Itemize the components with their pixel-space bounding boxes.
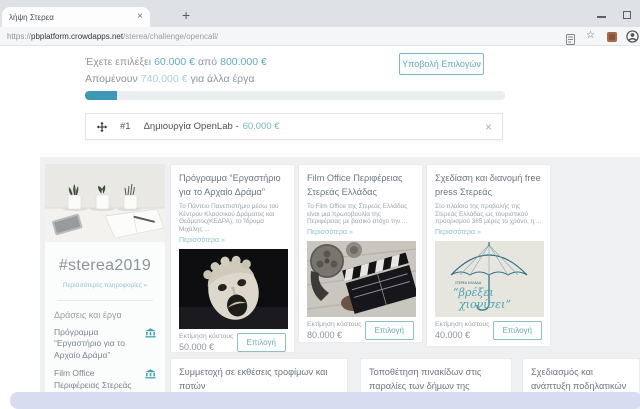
challenge-hashtag: #sterea2019: [45, 257, 165, 275]
more-link[interactable]: Περισσότερα »: [179, 237, 286, 244]
cost-label: Εκτίμηση κόστους: [435, 321, 489, 328]
cost-label: Εκτίμηση κόστους: [307, 321, 361, 328]
tab-title: λήψη Στερεα: [9, 13, 133, 22]
card-title: Συμμετοχή σε εκθέσεις τροφίμων και ποτών: [179, 366, 339, 393]
film-clapperboard-photo: [307, 241, 416, 317]
umbrella-script-line2: χιονίσει”: [458, 298, 511, 311]
budget-of-word: από: [198, 56, 217, 68]
project-card-free-press: Σχεδίαση και διανομή free press Στερεάς …: [426, 164, 551, 347]
selected-label: Δημιουργία OpenLab -: [144, 121, 239, 132]
minimize-icon[interactable]: [597, 16, 606, 18]
more-link[interactable]: Περισσότερα »: [435, 229, 542, 236]
budget-selected-prefix: Έχετε επιλέξει: [85, 56, 151, 68]
budget-remaining-suffix: για άλλα έργα: [190, 73, 254, 85]
card-description: Το Film Office της Στερεάς Ελλάδας είναι…: [307, 203, 414, 226]
budget-remaining-prefix: Απομένουν: [85, 73, 138, 85]
project-card-film-office: Film Office Περιφέρειας Στερεάς Ελλάδας …: [298, 164, 423, 343]
remove-selection-icon[interactable]: ×: [485, 121, 492, 133]
sidebar-item-label: Πρόγραμμα “Εργαστήριο για το Αρχαίο Δράμ…: [54, 327, 140, 361]
budget-line-remaining: Απομένουν740.000 €για άλλα έργα: [85, 73, 257, 85]
cost-row: Εκτίμηση κόστους 80.000 € Επιλογή: [307, 321, 414, 340]
url-bar[interactable]: https://pbplatform.crowdapps.net/sterea/…: [7, 32, 218, 41]
maximize-icon[interactable]: [623, 11, 631, 19]
sidebar-info-link[interactable]: Περισσότερες πληροφορίες »: [45, 282, 165, 289]
project-card-archaio-drama: Πρόγραμμα “Εργαστήριο για το Αρχαίο Δράμ…: [170, 164, 295, 353]
card-title: Film Office Περιφέρειας Στερεάς Ελλάδας: [307, 172, 414, 199]
umbrella-brand-text: ΣΤΕΡΕΑ ΕΛΛΑΔΑ: [455, 281, 482, 285]
select-project-button[interactable]: Επιλογή: [365, 321, 414, 340]
more-link[interactable]: Περισσότερα »: [307, 229, 414, 236]
sidebar-divider: [57, 300, 153, 301]
cost-row: Εκτίμηση κόστους 50.000 € Επιλογή: [179, 333, 286, 352]
url-host: pbplatform.crowdapps.net: [31, 32, 123, 41]
bookmark-star-icon[interactable]: ☆: [586, 31, 595, 41]
card-description: Το Πάντειο Πανεπιστήμιο μέσω του Κέντρου…: [179, 203, 286, 234]
selected-amount: 60.000 €: [243, 121, 280, 132]
budget-line-selected: Έχετε επιλέξει60.000 €από800.000 €: [85, 56, 270, 68]
cost-label: Εκτίμηση κόστους: [179, 333, 233, 340]
new-tab-button[interactable]: +: [182, 8, 190, 22]
card-description: Στο πλαίσιο της προβολής της Στερεάς Ελλ…: [435, 203, 542, 226]
cost-amount: 80.000 €: [307, 330, 361, 340]
budget-progress-fill: [85, 91, 117, 100]
bank-icon: [145, 328, 156, 361]
selected-project-row[interactable]: #1 Δημιουργία OpenLab - 60.000 € ×: [85, 113, 503, 140]
page-action-icon[interactable]: [566, 32, 575, 50]
select-project-button[interactable]: Επιλογή: [493, 321, 542, 340]
browser-window: λήψη Στερεα × + https://pbplatform.crowd…: [0, 0, 640, 409]
cost-amount: 40.000 €: [435, 330, 489, 340]
browser-tab[interactable]: λήψη Στερεα ×: [2, 7, 150, 27]
budget-progress-bar: [85, 91, 505, 100]
url-path: /sterea/challenge/opencall/: [123, 32, 218, 41]
selected-rank: #1: [120, 121, 131, 132]
drag-move-icon[interactable]: [96, 121, 108, 133]
cost-amount: 50.000 €: [179, 342, 233, 352]
submit-selections-button[interactable]: Υποβολή Επιλογών: [399, 53, 484, 75]
select-project-button[interactable]: Επιλογή: [237, 333, 286, 352]
desk-plants-photo: [45, 164, 165, 242]
budget-remaining-amount: 740.000 €: [141, 73, 188, 85]
sidebar-card: #sterea2019 Περισσότερες πληροφορίες » Δ…: [45, 164, 165, 409]
bottom-scroll-strip: [10, 392, 640, 409]
card-title: Σχεδίαση και διανομή free press Στερεάς: [435, 172, 542, 199]
extension-icon[interactable]: [607, 32, 617, 42]
sidebar-section-title: Δράσεις και έργα: [54, 310, 165, 320]
cost-row: Εκτίμηση κόστους 40.000 € Επιλογή: [435, 321, 542, 340]
budget-total-amount: 800.000 €: [220, 56, 267, 68]
card-title: Πρόγραμμα “Εργαστήριο για το Αρχαίο Δράμ…: [179, 172, 286, 199]
url-scheme: https://: [7, 32, 31, 41]
budget-selected-amount: 60.000 €: [154, 56, 195, 68]
umbrella-logo-image: ΣΤΕΡΕΑ ΕΛΛΑΔΑ “βρέξει χιονίσει”: [435, 241, 544, 317]
profile-avatar-icon[interactable]: [626, 30, 639, 48]
ancient-theatre-mask-photo: [179, 249, 288, 329]
tab-close-icon[interactable]: ×: [137, 12, 143, 22]
sidebar-item-archaio-drama[interactable]: Πρόγραμμα “Εργαστήριο για το Αρχαίο Δράμ…: [54, 327, 156, 361]
